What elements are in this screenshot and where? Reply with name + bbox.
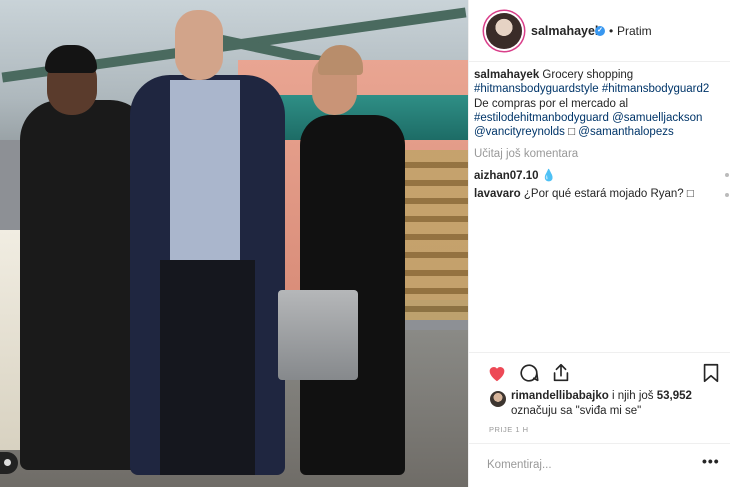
comment-input[interactable] (487, 456, 677, 474)
follow-separator: • (609, 24, 614, 38)
verified-badge-icon: ✓ (595, 26, 605, 36)
username-link[interactable]: salmahayek (531, 24, 602, 38)
load-more-comments-link[interactable]: Učitaj još komentara (474, 148, 578, 160)
liker-username[interactable]: rimandellibabajko (511, 390, 609, 402)
profile-avatar[interactable] (486, 13, 522, 49)
post-side-panel: salmahayek ✓ • Pratim salmahayek Grocery… (468, 0, 730, 487)
likes-line: rimandellibabajko i njih još 53,952 (511, 390, 692, 402)
photo-person-legs (160, 260, 255, 475)
caption-text: De compras por el mercado al (474, 97, 629, 110)
comment-text: ¿Por qué estará mojado Ryan? □ (523, 188, 694, 200)
comments-section: salmahayek Grocery shopping #hitmansbody… (469, 62, 730, 352)
comment-username[interactable]: lavavaro (474, 188, 521, 200)
more-options-icon[interactable]: ••• (702, 453, 720, 469)
comment-options-icon[interactable] (725, 173, 729, 177)
caption-mention[interactable]: @samanthalopezs (578, 126, 673, 138)
post-photo[interactable] (0, 0, 468, 487)
caption-mention[interactable]: @vancityreynolds (474, 126, 565, 138)
caption-hashtags[interactable]: #hitmansbodyguardstyle #hitmansbodyguard… (474, 82, 724, 96)
caption-username[interactable]: salmahayek (474, 69, 539, 81)
comment-text: 💧 (541, 170, 557, 182)
comment-composer: ••• (469, 443, 730, 487)
caption-text: Grocery shopping (542, 69, 634, 81)
post-timestamp[interactable]: PRIJE 1 H (489, 425, 529, 434)
likes-count[interactable]: 53,952 (657, 390, 692, 402)
caption-hashtag-mention[interactable]: #estilodehitmanbodyguard @samuelljackson (474, 111, 724, 125)
comment-item: lavavaro ¿Por qué estará mojado Ryan? □ (474, 188, 694, 200)
share-icon[interactable] (550, 362, 572, 384)
post-caption: salmahayek Grocery shopping #hitmansbody… (474, 68, 724, 139)
comment-item: aizhan07.10 💧 (474, 168, 556, 182)
heart-icon[interactable] (486, 362, 508, 384)
photo-suitcase (278, 290, 358, 380)
instagram-post-frame: salmahayek ✓ • Pratim salmahayek Grocery… (0, 0, 730, 487)
photo-person-head (175, 10, 223, 80)
liker-avatar[interactable] (490, 391, 506, 407)
post-header: salmahayek ✓ • Pratim (469, 0, 730, 62)
comment-icon[interactable] (518, 362, 540, 384)
likes-line-2: označuju sa "sviđa mi se" (511, 405, 642, 417)
bookmark-icon[interactable] (700, 362, 722, 384)
follow-status-button[interactable]: Pratim (617, 24, 652, 38)
likes-section: rimandellibabajko i njih još 53,952 ozna… (469, 388, 730, 428)
caption-emoji: □ (568, 126, 576, 139)
post-actions-bar (469, 352, 730, 392)
comment-options-icon[interactable] (725, 193, 729, 197)
photo-person-shirt (170, 80, 240, 270)
comment-username[interactable]: aizhan07.10 (474, 170, 539, 182)
likes-text: i njih još (608, 390, 657, 402)
